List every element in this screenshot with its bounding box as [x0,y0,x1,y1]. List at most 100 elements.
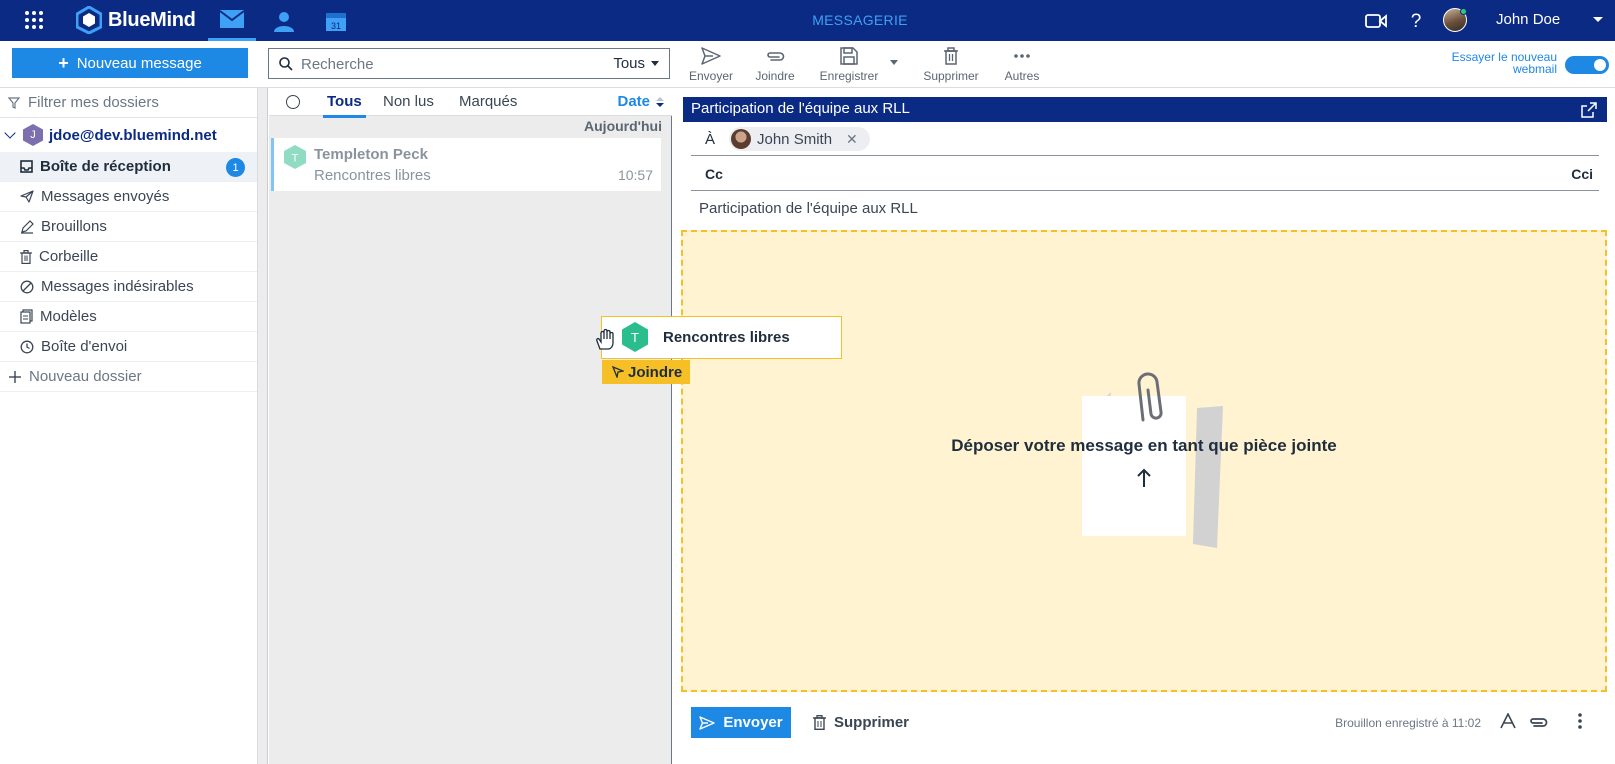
templates-icon [20,309,33,324]
user-menu-caret-icon[interactable] [1593,17,1603,22]
bluemind-logo-icon [76,6,102,34]
new-folder-button[interactable]: Nouveau dossier [0,362,257,392]
cursor-arrow-icon [612,366,624,378]
search-input[interactable] [301,54,581,74]
dragged-message-label: Rencontres libres [663,329,790,346]
folder-spam[interactable]: Messages indésirables [0,272,257,302]
drag-action-badge: Joindre [602,360,691,384]
composer-title: Participation de l'équipe aux RLL [691,100,910,117]
save-options-caret-icon[interactable] [890,60,898,65]
trash-icon [943,45,959,67]
svg-text:?: ? [1411,11,1422,31]
message-subject: Rencontres libres [314,167,431,184]
open-in-window-icon[interactable] [1581,102,1597,118]
draft-saved-status: Brouillon enregistré à 11:02 [1335,716,1481,730]
filter-icon [8,96,20,109]
remove-recipient-icon[interactable]: ✕ [846,131,858,148]
search-scope-value: Tous [613,55,645,72]
search-icon [279,57,293,71]
dragged-message-ghost: T Rencontres libres [601,316,842,359]
bluemind-logo[interactable]: BlueMind [76,6,196,34]
delete-tool-button[interactable]: Supprimer [918,45,984,85]
inbox-icon [20,160,33,173]
app-grid-icon[interactable] [24,10,44,30]
more-vertical-icon[interactable] [1578,713,1582,729]
new-message-button[interactable]: + Nouveau message [12,48,248,78]
attach-tool-label: Joindre [755,69,795,83]
delete-draft-button[interactable]: Supprimer [813,707,909,738]
drag-hand-cursor-icon [594,327,618,351]
folder-filter [0,88,257,118]
message-list-header: Tous Non lus Marqués Date [269,88,672,118]
search-scope-select[interactable]: Tous [613,55,659,72]
chevron-down-icon[interactable] [4,127,16,139]
send-tool-button[interactable]: Envoyer [686,45,736,85]
attachment-drop-zone[interactable]: Déposer votre message en tant que pièce … [681,230,1607,692]
account-row[interactable]: J jdoe@dev.bluemind.net [0,118,257,152]
folder-outbox[interactable]: Boîte d'envoi [0,332,257,362]
message-composer: Participation de l'équipe aux RLL À John… [681,97,1607,756]
send-icon [699,715,716,730]
brand-name: BlueMind [108,8,196,31]
online-status-dot [1460,8,1467,15]
search-box: Tous [268,48,670,79]
svg-text:T: T [631,330,639,345]
cc-field[interactable]: Cc Cci [691,157,1599,191]
dragged-message-avatar: T [622,322,648,352]
date-group-header: Aujourd'hui [584,118,662,134]
folder-label: Messages indésirables [41,278,194,295]
sort-by-date[interactable]: Date [617,93,664,110]
top-bar: BlueMind 31 MESSAGERIE ? John Doe [0,0,1615,41]
attach-tool-button[interactable]: Joindre [752,45,798,85]
folder-label: Corbeille [39,248,99,265]
drop-attachment-illustration-icon [1082,372,1223,548]
select-all-checkbox[interactable] [286,95,300,109]
folder-trash[interactable]: Corbeille [0,242,257,272]
send-button[interactable]: Envoyer [691,707,791,738]
sidebar-resize-handle[interactable] [258,88,268,764]
tab-unread[interactable]: Non lus [383,93,434,110]
send-icon [20,190,34,203]
contacts-app-icon[interactable] [260,0,308,41]
tab-flagged[interactable]: Marqués [459,93,517,110]
folder-sent[interactable]: Messages envoyés [0,182,257,212]
video-call-icon[interactable] [1365,13,1387,29]
composer-header: Participation de l'équipe aux RLL [683,97,1607,122]
message-time: 10:57 [617,167,653,183]
user-name[interactable]: John Doe [1496,11,1560,28]
new-webmail-toggle[interactable] [1565,56,1609,74]
try-new-line2: webmail [1512,62,1557,76]
mail-app-icon[interactable] [208,0,256,41]
to-label: À [705,131,716,148]
recipient-name: John Smith [757,130,833,148]
clock-icon [20,340,34,354]
sort-label: Date [617,93,650,110]
tab-all[interactable]: Tous [323,93,366,118]
more-tool-label: Autres [1004,69,1040,83]
sender-avatar: T [284,145,306,169]
app-title: MESSAGERIE [812,12,908,28]
save-tool-button[interactable]: Enregistrer [816,45,882,85]
new-folder-label: Nouveau dossier [29,368,142,385]
folder-filter-input[interactable] [28,94,248,111]
message-list: Tous Non lus Marqués Date Aujourd'hui T … [269,88,672,764]
recipient-avatar [731,129,751,149]
account-initial: J [30,129,36,141]
subject-value: Participation de l'équipe aux RLL [699,200,918,217]
folder-label: Boîte de réception [40,158,171,175]
subject-field[interactable]: Participation de l'équipe aux RLL [691,192,1599,226]
recipient-chip[interactable]: John Smith ✕ [729,127,870,151]
more-tool-button[interactable]: Autres [1000,45,1044,85]
folder-templates[interactable]: Modèles [0,302,257,332]
paperclip-icon [765,45,785,67]
folder-drafts[interactable]: Brouillons [0,212,257,242]
folder-inbox[interactable]: Boîte de réception 1 [0,152,257,182]
paperclip-icon[interactable] [1528,716,1548,728]
list-item[interactable]: T Templeton Peck Rencontres libres 10:57 [271,138,661,191]
help-icon[interactable]: ? [1409,9,1423,31]
calendar-app-icon[interactable]: 31 [312,0,360,41]
bcc-toggle[interactable]: Cci [1571,166,1593,182]
text-format-icon[interactable] [1500,713,1516,729]
to-field[interactable]: À John Smith ✕ [691,123,1599,156]
more-dots-icon [1014,45,1030,67]
